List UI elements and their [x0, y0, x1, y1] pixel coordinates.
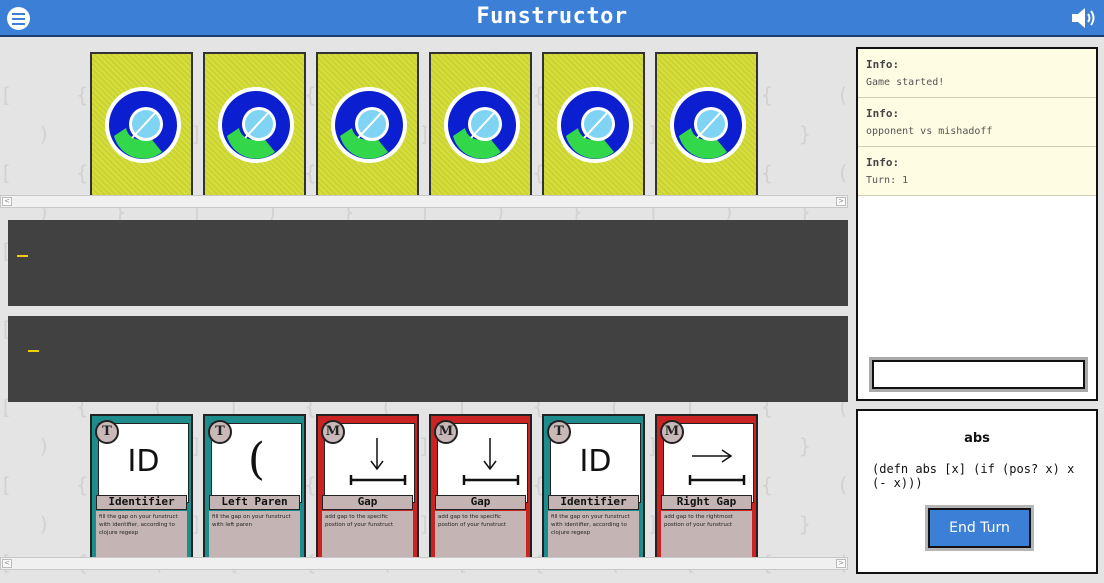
card-name: Left Paren [209, 495, 300, 510]
opponent-card-back [542, 52, 645, 197]
card-description: add gap to the rightmost postion of your… [661, 511, 752, 557]
opponent-card-back [655, 52, 758, 197]
card-type-badge: M [434, 420, 458, 444]
log-entry-message: Game started! [866, 77, 945, 88]
clojure-logo-icon [331, 87, 407, 163]
card-name: Identifier [96, 495, 187, 510]
card-name: Gap [435, 495, 526, 510]
card-name: Identifier [548, 495, 639, 510]
card-description: fill the gap on your funstruct with iden… [548, 511, 639, 557]
card-description: add gap to the specific postion of your … [435, 511, 526, 557]
player-hand: ID T Identifier fill the gap on your funstr… [90, 414, 758, 559]
card-type-badge: T [95, 420, 119, 444]
top-bar: Funstructor [0, 0, 1104, 37]
hand-card[interactable]: M Right Gap add gap to the rightmost posti… [655, 414, 758, 559]
clojure-logo-icon [557, 87, 633, 163]
card-art-text: ID [579, 444, 612, 479]
goal-function-name: abs [964, 431, 990, 446]
hand-card[interactable]: ID T Identifier fill the gap on your funstr… [542, 414, 645, 559]
opponent-hand [90, 52, 758, 197]
goal-function-code: (defn abs [x] (if (pos? x) x (- x))) [872, 462, 1075, 490]
log-entry-label: Info: [866, 58, 900, 71]
log-entry: Info: Game started! [858, 49, 1096, 98]
opponent-board-cursor [17, 255, 28, 257]
chat-input[interactable] [869, 357, 1088, 392]
scroll-right-arrow-icon[interactable]: > [836, 559, 846, 568]
opponent-card-back [203, 52, 306, 197]
card-art-text: ID [127, 444, 160, 479]
card-type-badge: M [321, 420, 345, 444]
end-turn-button[interactable]: End Turn [925, 505, 1034, 551]
clojure-logo-icon [670, 87, 746, 163]
clojure-logo-icon [444, 87, 520, 163]
app-title: Funstructor [476, 4, 628, 29]
hand-card[interactable]: M Gap add gap to the specific postion of y… [316, 414, 419, 559]
player-hand-scrollbar[interactable]: < > [0, 557, 848, 570]
log-entry: Info: opponent vs mishadoff [858, 98, 1096, 147]
goal-panel: abs (defn abs [x] (if (pos? x) x (- x)))… [856, 409, 1098, 574]
card-type-badge: T [547, 420, 571, 444]
clojure-logo-icon [218, 87, 294, 163]
opponent-card-back [429, 52, 532, 197]
card-type-badge: M [660, 420, 684, 444]
log-entry: Info: Turn: 1 [858, 147, 1096, 196]
card-name: Gap [322, 495, 413, 510]
scroll-left-arrow-icon[interactable]: < [2, 559, 12, 568]
opponent-funstruct-board [8, 220, 848, 306]
card-description: add gap to the specific postion of your … [322, 511, 413, 557]
card-name: Right Gap [661, 495, 752, 510]
card-type-badge: T [208, 420, 232, 444]
log-entry-message: Turn: 1 [866, 175, 909, 186]
log-entry-label: Info: [866, 107, 900, 120]
log-entry-message: opponent vs mishadoff [866, 126, 993, 137]
opponent-hand-scrollbar[interactable]: < > [0, 195, 848, 208]
card-description: fill the gap on your funstruct with left… [209, 511, 300, 557]
opponent-card-back [90, 52, 193, 197]
card-description: fill the gap on your funstruct with iden… [96, 511, 187, 557]
log-entry-label: Info: [866, 156, 900, 169]
clojure-logo-icon [105, 87, 181, 163]
game-log-panel: Info: Game started! Info: opponent vs misha… [856, 47, 1098, 401]
opponent-card-back [316, 52, 419, 197]
hand-card[interactable]: M Gap add gap to the specific postion of y… [429, 414, 532, 559]
hand-card[interactable]: (T Left Paren fill the gap on your funstru… [203, 414, 306, 559]
speaker-volume-icon[interactable] [1070, 6, 1098, 30]
hand-card[interactable]: ID T Identifier fill the gap on your funstr… [90, 414, 193, 559]
scroll-right-arrow-icon[interactable]: > [836, 197, 846, 206]
player-funstruct-board[interactable] [8, 316, 848, 402]
player-board-cursor [28, 350, 39, 352]
scroll-left-arrow-icon[interactable]: < [2, 197, 12, 206]
